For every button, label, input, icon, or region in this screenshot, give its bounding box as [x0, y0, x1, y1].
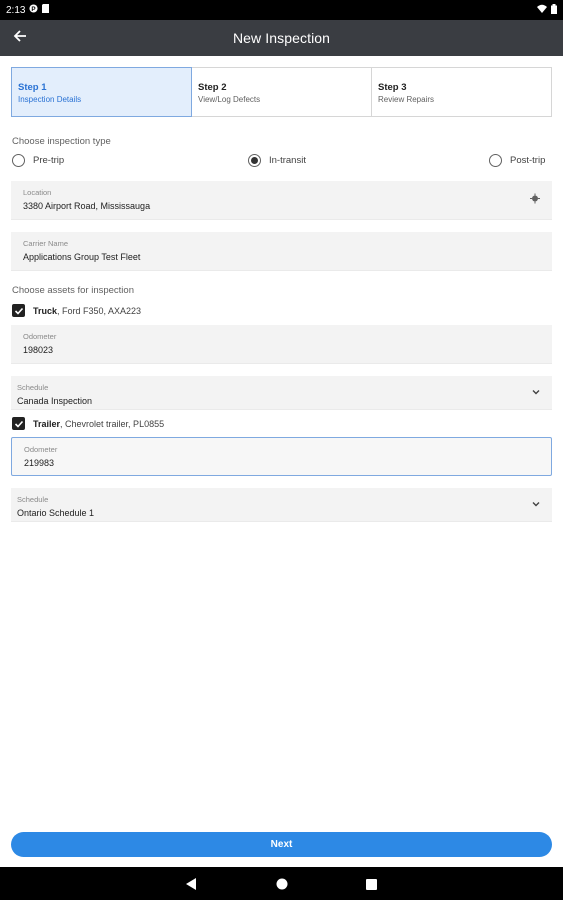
back-button[interactable]	[10, 28, 30, 48]
radio-button[interactable]	[12, 154, 25, 167]
inspection-type-group: Pre-trip In-transit Post-trip	[12, 154, 553, 170]
trailer-schedule-value: Ontario Schedule 1	[17, 508, 95, 518]
truck-odometer-label: Odometer	[23, 332, 57, 341]
truck-schedule-label: Schedule	[17, 383, 49, 392]
battery-icon	[551, 3, 557, 17]
back-arrow-icon	[13, 29, 27, 48]
status-bar: 2:13 P	[0, 0, 563, 20]
step-2[interactable]: Step 2 View/Log Defects	[192, 68, 372, 116]
truck-asset-description: , Ford F350, AXA223	[57, 305, 142, 316]
radio-selected-dot	[251, 157, 258, 164]
trailer-asset-type: Trailer	[33, 418, 61, 429]
trailer-odometer-field[interactable]: Odometer 219983	[11, 437, 552, 476]
step-subtitle: Review Repairs	[378, 95, 435, 104]
truck-checkbox[interactable]	[12, 304, 25, 317]
location-field-value: 3380 Airport Road, Mississauga	[23, 201, 151, 211]
status-time: 2:13	[6, 4, 26, 16]
trailer-asset-text: Trailer, Chevrolet trailer, PL0855	[33, 419, 164, 429]
trailer-schedule-select[interactable]: Schedule Ontario Schedule 1	[11, 488, 552, 522]
trailer-schedule-label: Schedule	[17, 495, 49, 504]
svg-text:P: P	[32, 6, 36, 13]
radio-pre-trip[interactable]: Pre-trip	[12, 154, 64, 167]
truck-asset-type: Truck	[33, 305, 58, 316]
truck-asset-row: Truck, Ford F350, AXA223	[12, 304, 141, 317]
step-1[interactable]: Step 1 Inspection Details	[11, 67, 192, 117]
system-nav-bar	[0, 867, 563, 900]
checkmark-icon	[14, 307, 23, 315]
nav-back-icon[interactable]	[186, 877, 197, 895]
step-3[interactable]: Step 3 Review Repairs	[372, 68, 551, 116]
carrier-name-label: Carrier Name	[23, 239, 69, 248]
truck-odometer-field[interactable]: Odometer 198023	[11, 325, 552, 364]
wifi-icon	[537, 4, 547, 16]
sim-card-icon	[42, 4, 50, 16]
carrier-name-field[interactable]: Carrier Name Applications Group Test Fle…	[11, 232, 552, 271]
trailer-asset-description: , Chevrolet trailer, PL0855	[60, 418, 165, 429]
location-field[interactable]: Location 3380 Airport Road, Mississauga	[11, 181, 552, 220]
checkmark-icon	[14, 420, 23, 428]
assets-label: Choose assets for inspection	[12, 285, 134, 296]
step-title: Step 2	[198, 82, 227, 93]
inspection-type-label: Choose inspection type	[12, 136, 111, 147]
chevron-down-icon[interactable]	[532, 387, 540, 398]
carrier-name-value: Applications Group Test Fleet	[23, 252, 141, 262]
truck-odometer-value: 198023	[23, 345, 54, 355]
location-field-label: Location	[23, 188, 52, 197]
radio-label: Pre-trip	[33, 155, 65, 166]
radio-button[interactable]	[489, 154, 502, 167]
trailer-checkbox[interactable]	[12, 417, 25, 430]
app-notification-icon: P	[29, 4, 39, 16]
radio-post-trip[interactable]: Post-trip	[489, 154, 545, 167]
next-button[interactable]: Next	[11, 832, 552, 857]
radio-label: In-transit	[269, 155, 306, 166]
nav-home-icon[interactable]	[276, 877, 288, 895]
radio-in-transit[interactable]: In-transit	[248, 154, 306, 167]
radio-button-selected[interactable]	[248, 154, 261, 167]
step-title: Step 1	[18, 82, 47, 93]
page-title: New Inspection	[232, 30, 331, 46]
location-pin-icon[interactable]	[530, 193, 540, 207]
trailer-odometer-label: Odometer	[24, 445, 58, 454]
trailer-odometer-value: 219983	[24, 458, 55, 468]
truck-asset-text: Truck, Ford F350, AXA223	[33, 306, 141, 316]
step-subtitle: View/Log Defects	[198, 95, 261, 104]
truck-schedule-value: Canada Inspection	[17, 396, 93, 406]
step-subtitle: Inspection Details	[18, 95, 82, 104]
app-bar: New Inspection	[0, 20, 563, 56]
chevron-down-icon[interactable]	[532, 499, 540, 510]
nav-recents-icon[interactable]	[366, 877, 377, 895]
radio-label: Post-trip	[510, 155, 546, 166]
step-title: Step 3	[378, 82, 407, 93]
trailer-asset-row: Trailer, Chevrolet trailer, PL0855	[12, 417, 164, 430]
truck-schedule-select[interactable]: Schedule Canada Inspection	[11, 376, 552, 410]
stepper: Step 1 Inspection Details Step 2 View/Lo…	[11, 67, 552, 117]
